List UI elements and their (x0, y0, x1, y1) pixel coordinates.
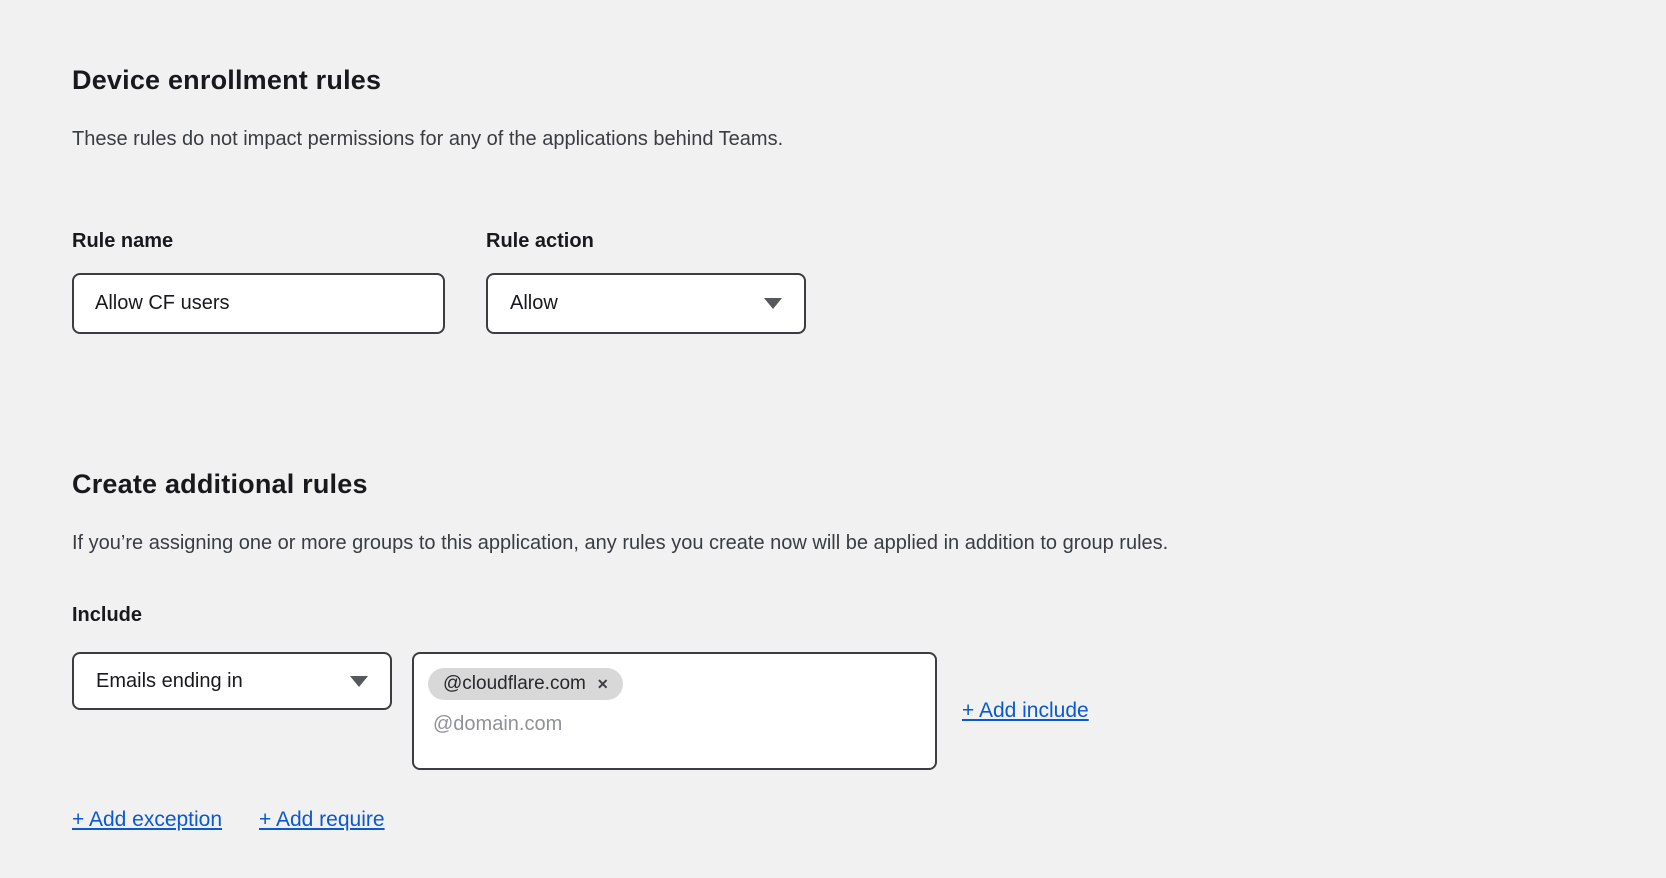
device-enrollment-page: Device enrollment rules These rules do n… (0, 0, 1666, 832)
email-domain-tag: @cloudflare.com ✕ (428, 668, 623, 700)
add-exception-link[interactable]: + Add exception (72, 808, 222, 832)
dropdown-caret-icon (350, 676, 368, 687)
page-title: Device enrollment rules (72, 64, 1666, 97)
email-domain-tag-label: @cloudflare.com (443, 673, 586, 695)
include-selector-value: Emails ending in (96, 670, 243, 693)
enrollment-rules-section: Device enrollment rules These rules do n… (72, 64, 1666, 334)
rule-fields-row: Rule name Rule action Allow (72, 229, 1666, 334)
rule-action-selected-value: Allow (510, 292, 558, 315)
include-rule-row: Emails ending in @cloudflare.com ✕ + Add… (72, 652, 1666, 770)
additional-rules-title: Create additional rules (72, 468, 1666, 501)
enrollment-description: These rules do not impact permissions fo… (72, 126, 1666, 153)
rule-action-field: Rule action Allow (486, 229, 806, 334)
rule-action-select[interactable]: Allow (486, 273, 806, 334)
dropdown-caret-icon (764, 298, 782, 309)
rule-type-links-row: + Add exception + Add require (72, 808, 1666, 832)
additional-rules-description: If you’re assigning one or more groups t… (72, 530, 1666, 557)
include-values-box[interactable]: @cloudflare.com ✕ (412, 652, 937, 770)
include-label: Include (72, 603, 1666, 627)
rule-action-label: Rule action (486, 229, 806, 253)
domain-entry-input[interactable] (428, 713, 888, 736)
add-require-link[interactable]: + Add require (259, 808, 385, 832)
include-selector-select[interactable]: Emails ending in (72, 652, 392, 710)
rule-name-input[interactable] (72, 273, 445, 334)
additional-rules-section: Create additional rules If you’re assign… (72, 468, 1666, 832)
remove-tag-icon[interactable]: ✕ (597, 677, 609, 691)
rule-name-field: Rule name (72, 229, 445, 334)
add-include-link[interactable]: + Add include (962, 699, 1089, 723)
rule-name-label: Rule name (72, 229, 445, 253)
